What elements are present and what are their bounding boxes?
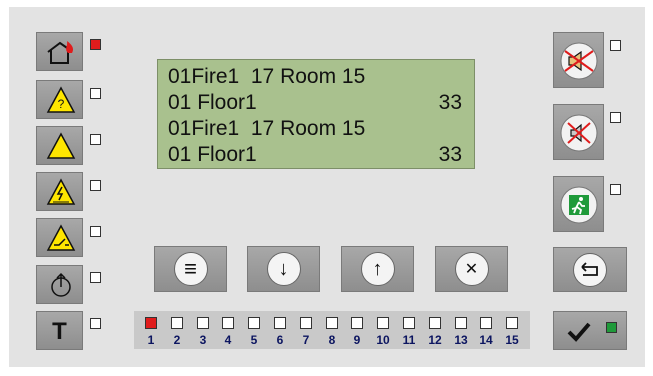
zone-14-indicator [480, 317, 492, 329]
scroll-up-button[interactable]: ↑ [341, 246, 414, 292]
zone-14-number: 14 [479, 333, 493, 347]
zone-4-number: 4 [224, 333, 232, 347]
zone-7-number: 7 [302, 333, 310, 347]
lcd-line-3: 01Fire1 17 Room 15 [168, 117, 366, 140]
svg-text:?: ? [58, 97, 65, 111]
zone-11-number: 11 [402, 333, 416, 347]
zone-6-indicator [274, 317, 286, 329]
zone-4-indicator [222, 317, 234, 329]
zone-9-number: 9 [353, 333, 361, 347]
menu-button[interactable]: ≡ [154, 246, 227, 292]
test-button[interactable]: T [36, 311, 83, 350]
zone-2-number: 2 [173, 333, 181, 347]
switch-warning-icon [46, 224, 76, 252]
silence-sounder-button[interactable] [553, 32, 604, 88]
standby-indicator [90, 272, 101, 283]
zone-7-indicator [300, 317, 312, 329]
question-warning-icon: ? [46, 86, 76, 114]
disablement-indicator [90, 226, 101, 237]
silence-buzzer-button[interactable] [553, 104, 604, 160]
warning-triangle-icon [46, 132, 76, 160]
arrow-down-icon: ↓ [266, 252, 301, 286]
lcd-line-4: 01 Floor1 33 [168, 143, 462, 166]
fire-alarm-button[interactable] [36, 32, 83, 71]
lcd-display: 01Fire1 17 Room 15 01 Floor1 33 01Fire1 1… [157, 59, 475, 169]
evacuate-button[interactable] [553, 176, 604, 232]
close-icon: ✕ [454, 252, 489, 286]
zone-3-indicator [197, 317, 209, 329]
zone-12-indicator [429, 317, 441, 329]
power-fault-indicator [90, 180, 101, 191]
zone-5-number: 5 [250, 333, 258, 347]
power-circle-icon [48, 272, 74, 298]
zone-2-indicator [171, 317, 183, 329]
zone-1-number: 1 [147, 333, 155, 347]
evacuate-indicator [610, 184, 621, 195]
menu-icon: ≡ [173, 252, 208, 286]
zone-8-indicator [326, 317, 338, 329]
zone-12-number: 12 [428, 333, 442, 347]
test-indicator [90, 318, 101, 329]
fault-warning-button[interactable]: ? [36, 80, 83, 119]
checkmark-icon [567, 321, 591, 343]
fault-indicator [90, 88, 101, 99]
zone-6-number: 6 [276, 333, 284, 347]
cancel-button[interactable]: ✕ [435, 246, 508, 292]
lcd-line-2: 01 Floor1 33 [168, 91, 462, 114]
power-fault-button[interactable] [36, 172, 83, 211]
fire-indicator [90, 39, 101, 50]
zone-10-indicator [377, 317, 389, 329]
zone-15-number: 15 [505, 333, 519, 347]
disablement-button[interactable] [36, 218, 83, 257]
zone-9-indicator [351, 317, 363, 329]
silence-sounder-indicator [610, 40, 621, 51]
emergency-exit-icon [559, 185, 599, 225]
warning-indicator [90, 134, 101, 145]
zone-15-indicator [506, 317, 518, 329]
zone-10-number: 10 [376, 333, 390, 347]
general-warning-button[interactable] [36, 126, 83, 165]
zone-11-indicator [403, 317, 415, 329]
return-button[interactable] [553, 247, 627, 292]
return-icon [573, 252, 607, 287]
zone-1-indicator [145, 317, 157, 329]
confirm-indicator [606, 322, 617, 333]
zone-13-indicator [455, 317, 467, 329]
speaker-muted-icon [559, 41, 599, 81]
confirm-button[interactable] [553, 311, 627, 350]
test-t-icon: T [52, 318, 67, 345]
scroll-down-button[interactable]: ↓ [247, 246, 320, 292]
zone-8-number: 8 [328, 333, 336, 347]
zone-13-number: 13 [454, 333, 468, 347]
standby-button[interactable] [36, 265, 83, 304]
electrical-warning-icon [46, 178, 76, 206]
silence-buzzer-indicator [610, 112, 621, 123]
zone-5-indicator [248, 317, 260, 329]
fire-house-icon [46, 39, 78, 65]
zone-3-number: 3 [199, 333, 207, 347]
arrow-up-icon: ↑ [360, 252, 395, 286]
buzzer-muted-icon [559, 113, 599, 153]
lcd-line-1: 01Fire1 17 Room 15 [168, 65, 366, 88]
